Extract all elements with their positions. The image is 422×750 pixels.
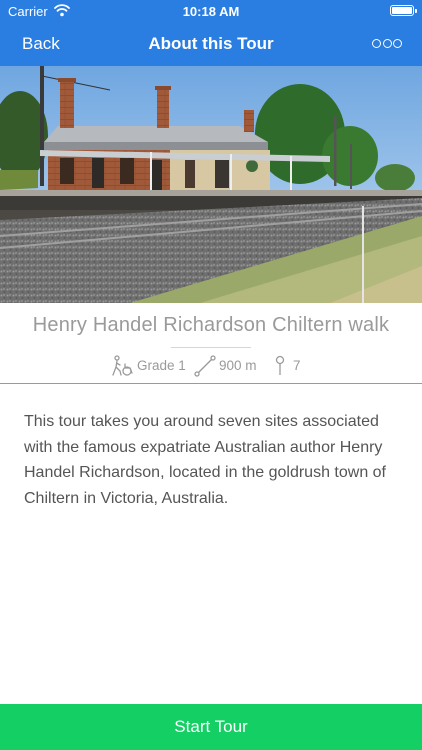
tour-title: Henry Handel Richardson Chiltern walk — [32, 314, 390, 336]
location-pin-icon — [275, 355, 285, 375]
page-title: About this Tour — [148, 34, 274, 53]
tour-meta: Grade 1 900 m 7 — [0, 355, 422, 377]
distance-label: 900 m — [219, 358, 257, 373]
navigation-bar: Carrier 10:18 AM Back About this Tour — [0, 0, 422, 66]
distance-icon — [194, 355, 216, 377]
stops-count: 7 — [293, 358, 301, 373]
battery-icon — [390, 5, 417, 16]
grade-label: Grade 1 — [137, 358, 186, 373]
status-bar: Carrier 10:18 AM — [0, 0, 422, 22]
tour-photo — [0, 66, 422, 303]
hiker-accessibility-icon — [112, 355, 133, 376]
back-button[interactable]: Back — [22, 34, 60, 54]
title-divider — [171, 347, 251, 348]
start-tour-button[interactable]: Start Tour — [0, 704, 422, 750]
tour-description: This tour takes you around seven sites a… — [24, 413, 386, 507]
status-time: 10:18 AM — [182, 4, 240, 19]
section-divider — [0, 383, 422, 384]
more-options-icon[interactable] — [372, 35, 402, 53]
nav-row: Back About this Tour — [0, 22, 422, 66]
